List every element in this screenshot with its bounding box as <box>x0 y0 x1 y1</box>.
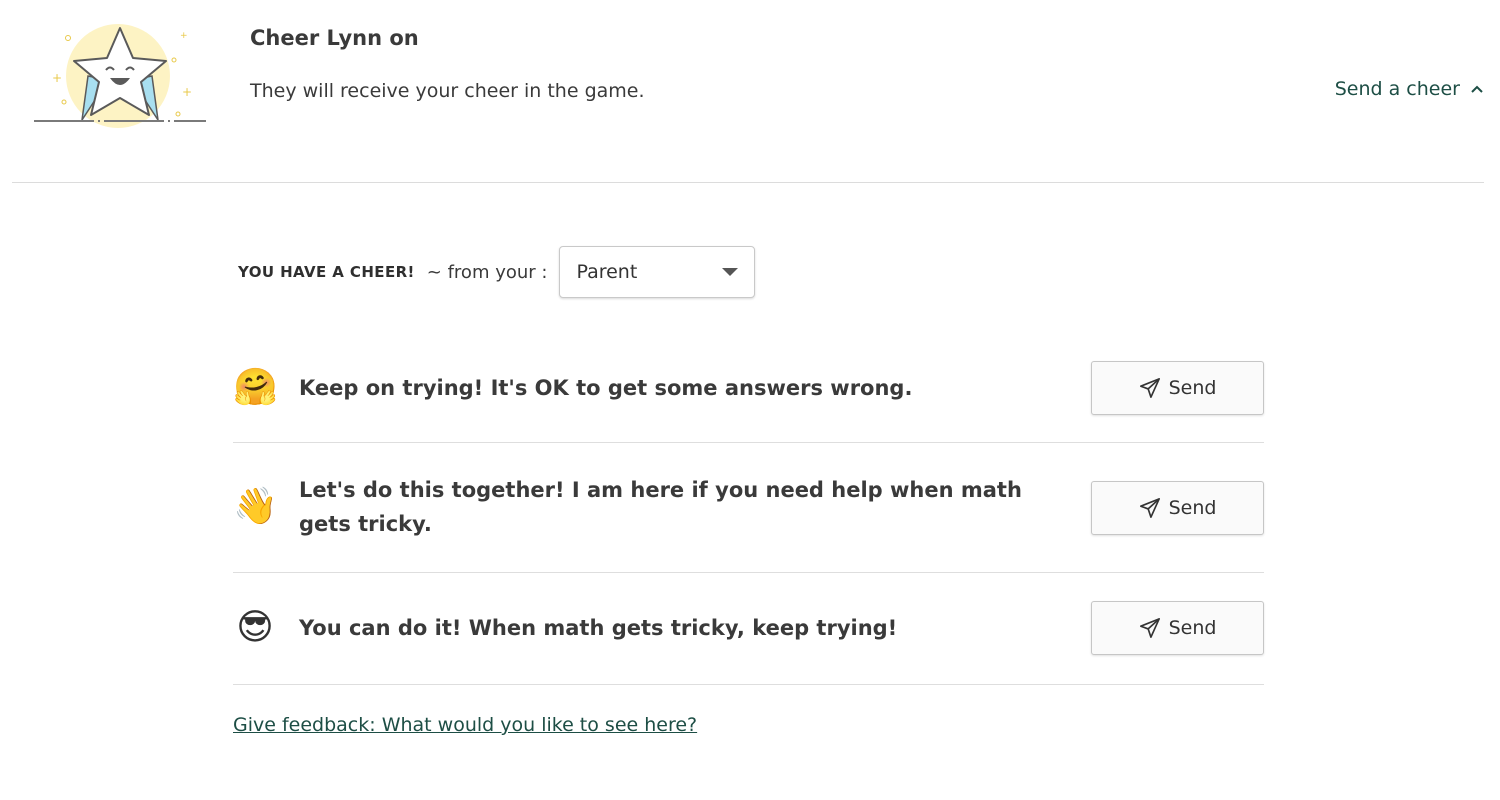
caret-down-icon <box>722 268 739 276</box>
waving-hand-emoji: 👋 <box>233 486 278 527</box>
header-divider <box>12 182 1484 183</box>
page-subtitle: They will receive your cheer in the game… <box>250 80 645 102</box>
send-cheer-toggle-label: Send a cheer <box>1334 78 1460 100</box>
cheer-text: Let's do this together! I am here if you… <box>299 478 1022 536</box>
cheer-header: + + + Cheer Lynn on They will receive yo… <box>0 0 1500 182</box>
sender-role-value: Parent <box>576 261 638 283</box>
cheer-text: Keep on trying! It's OK to get some answ… <box>299 376 913 400</box>
give-feedback-link[interactable]: Give feedback: What would you like to se… <box>233 714 697 736</box>
send-button-label: Send <box>1168 497 1217 519</box>
cheer-text: You can do it! When math gets tricky, ke… <box>299 616 898 640</box>
chevron-up-icon <box>1471 85 1483 93</box>
send-cheer-toggle[interactable]: Send a cheer <box>1335 78 1484 100</box>
cheer-item: 👋 Let's do this together! I am here if y… <box>233 443 1264 573</box>
from-row: YOU HAVE A CHEER! ~ from your : Parent <box>238 246 756 298</box>
page-title: Cheer Lynn on <box>250 26 419 50</box>
send-button-label: Send <box>1168 377 1217 399</box>
svg-text:+: + <box>180 31 188 41</box>
from-your-label: ~ from your : <box>426 261 548 283</box>
sunglasses-face-emoji: 😎 <box>236 607 274 648</box>
paper-plane-icon <box>1139 378 1160 398</box>
send-button-label: Send <box>1168 617 1217 639</box>
send-cheer-button[interactable]: Send <box>1091 601 1264 655</box>
cheer-item: 😎 You can do it! When math gets tricky, … <box>233 573 1264 685</box>
sender-role-select[interactable]: Parent <box>559 246 756 298</box>
you-have-a-cheer-label: YOU HAVE A CHEER! <box>238 263 415 281</box>
paper-plane-icon <box>1139 498 1160 518</box>
smiling-star-illustration: + + + <box>34 24 206 128</box>
svg-text:+: + <box>52 71 62 85</box>
send-cheer-button[interactable]: Send <box>1091 361 1264 415</box>
svg-text:+: + <box>182 85 192 99</box>
paper-plane-icon <box>1139 618 1160 638</box>
send-cheer-button[interactable]: Send <box>1091 481 1264 535</box>
hugging-face-emoji: 🤗 <box>233 367 278 408</box>
cheer-panel: + + + Cheer Lynn on They will receive yo… <box>0 0 1500 800</box>
cheer-list: 🤗 Keep on trying! It's OK to get some an… <box>233 330 1264 685</box>
cheer-item: 🤗 Keep on trying! It's OK to get some an… <box>233 330 1264 443</box>
